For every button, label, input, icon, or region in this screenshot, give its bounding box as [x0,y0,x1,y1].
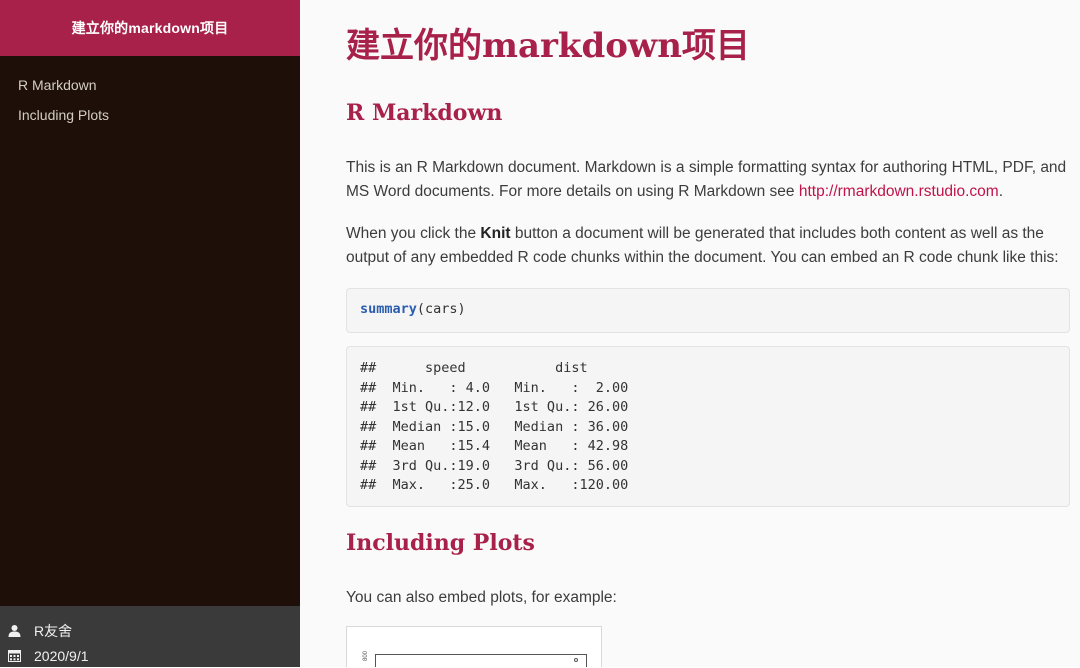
knit-text-before: When you click the [346,225,481,242]
author-name: R友舍 [34,622,73,639]
author-row: R友舍 [0,618,300,643]
section-heading-r-markdown: R Markdown [346,100,503,126]
section-heading-including-plots: Including Plots [346,530,535,556]
publish-date: 2020/9/1 [34,647,89,664]
plot-y-axis-label: 800 [363,650,370,662]
plot-point [574,658,578,662]
code-chunk-source[interactable]: summary(cars) [346,288,1070,333]
sidebar-footer: R友舍 2020/9/1 [0,606,300,667]
code-args: (cars) [416,301,466,317]
toc-item-including-plots[interactable]: Including Plots [0,100,300,130]
plot-area [375,654,587,667]
main-content: 建立你的markdown项目 R Markdown This is an R M… [300,0,1080,667]
code-function: summary [360,301,417,317]
table-of-contents: R Markdown Including Plots [0,56,300,130]
knit-keyword: Knit [480,225,511,242]
plots-paragraph: You can also embed plots, for example: [346,589,617,606]
knit-paragraph: When you click the Knit button a documen… [346,222,1070,270]
page-title: 建立你的markdown项目 [346,26,750,66]
sidebar: 建立你的markdown项目 R Markdown Including Plot… [0,0,300,667]
date-row: 2020/9/1 [0,643,300,668]
embedded-plot: 800 [346,626,602,667]
intro-paragraph: This is an R Markdown document. Markdown… [346,156,1070,204]
calendar-icon [7,649,21,663]
sidebar-title[interactable]: 建立你的markdown项目 [0,0,300,56]
intro-end: . [998,183,1004,200]
user-icon [7,624,21,638]
summary-output: ## speed dist ## Min. : 4.0 Min. : 2.00 … [360,360,629,493]
toc-item-r-markdown[interactable]: R Markdown [0,70,300,100]
code-chunk-output[interactable]: ## speed dist ## Min. : 4.0 Min. : 2.00 … [346,346,1070,507]
rmarkdown-link[interactable]: http://rmarkdown.rstudio.com [799,183,999,200]
